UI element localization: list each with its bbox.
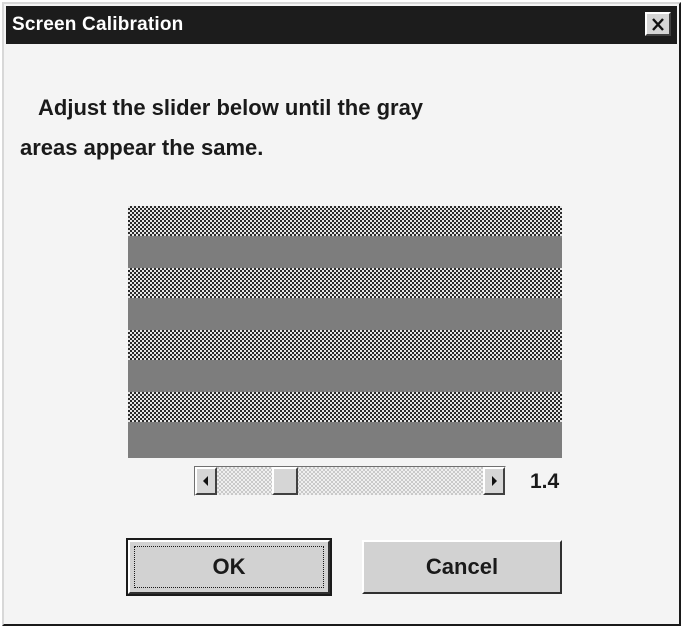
gamma-slider[interactable] xyxy=(194,466,506,496)
dither-pattern-row xyxy=(128,206,562,236)
cancel-button-label: Cancel xyxy=(425,554,499,579)
calibration-pattern-panel xyxy=(128,206,562,458)
focus-ring xyxy=(134,546,324,588)
instruction-text: Adjust the slider below until the gray a… xyxy=(20,88,592,168)
slider-thumb[interactable] xyxy=(272,467,299,495)
close-button[interactable] xyxy=(645,12,671,36)
close-x-icon xyxy=(652,17,664,31)
dither-pattern-row xyxy=(128,392,562,422)
dialog-title: Screen Calibration xyxy=(12,14,184,35)
instruction-line-1: Adjust the slider below until the gray xyxy=(38,95,424,120)
cancel-button[interactable]: Cancel xyxy=(362,540,562,594)
slider-right-arrow-button[interactable] xyxy=(483,467,505,495)
dither-pattern-row xyxy=(128,268,562,298)
title-bar[interactable]: Screen Calibration xyxy=(6,6,677,44)
slider-value-label: 1.4 xyxy=(530,470,560,493)
instruction-line-2: areas appear the same. xyxy=(20,135,264,160)
triangle-left-icon xyxy=(203,476,208,486)
slider-left-arrow-button[interactable] xyxy=(195,467,217,495)
ok-button[interactable]: OK xyxy=(126,538,332,596)
triangle-right-icon xyxy=(492,476,497,486)
dither-pattern-row xyxy=(128,330,562,360)
